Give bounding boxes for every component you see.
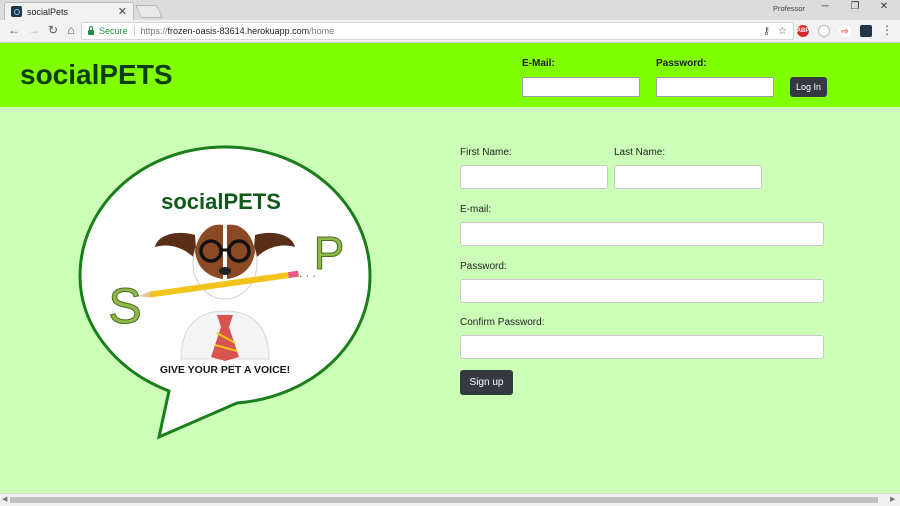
minimize-icon[interactable]: ─	[815, 1, 835, 12]
url-host: frozen-oasis-83614.herokuapp.com	[167, 26, 310, 36]
first-name-input[interactable]	[460, 165, 608, 189]
tab-title: socialPets	[27, 6, 69, 17]
browser-tab-strip: socialPets ✕ Professor ─ ❐ ✕	[0, 0, 900, 20]
first-name-label: First Name:	[460, 147, 512, 158]
arrow-right-icon[interactable]: →	[26, 23, 42, 37]
confirm-password-input[interactable]	[460, 335, 824, 359]
browser-tab[interactable]: socialPets ✕	[4, 2, 134, 20]
scroll-right-icon[interactable]: ▶	[890, 495, 895, 503]
url-path: /home	[309, 26, 335, 36]
login-email-label: E-Mail:	[522, 58, 555, 69]
login-button[interactable]: Log In	[790, 77, 827, 97]
url-scheme: https://	[140, 26, 168, 36]
login-password-label: Password:	[656, 58, 707, 69]
site-header: socialPETS E-Mail: Password: Log In	[0, 43, 900, 107]
react-favicon-icon	[11, 6, 22, 17]
window-close-icon[interactable]: ✕	[874, 1, 894, 12]
restore-icon[interactable]: ❐	[845, 1, 865, 12]
home-icon[interactable]: ⌂	[63, 23, 79, 37]
signup-button[interactable]: Sign up	[460, 370, 513, 395]
last-name-label: Last Name:	[614, 147, 666, 158]
signup-email-input[interactable]	[460, 222, 824, 246]
star-icon[interactable]: ☆	[778, 26, 787, 37]
lock-icon	[88, 25, 94, 35]
secure-label: Secure	[99, 26, 128, 36]
react-devtools-icon[interactable]	[860, 25, 872, 37]
signup-email-label: E-mail:	[460, 204, 492, 215]
confirm-password-label: Confirm Password:	[460, 317, 545, 328]
reload-icon[interactable]: ↻	[45, 23, 61, 37]
signup-password-label: Password:	[460, 261, 507, 272]
menu-icon[interactable]: ⋮	[879, 23, 895, 37]
last-name-input[interactable]	[614, 165, 762, 189]
logo-letter-s: S	[108, 278, 141, 334]
login-password-input[interactable]	[656, 77, 774, 97]
divider	[133, 25, 135, 37]
arrow-left-icon[interactable]: ←	[6, 23, 22, 37]
logo-letter-p: P	[314, 227, 345, 279]
socialpets-logo: socialPETS S P . . . GIVE YOUR PET A VOI…	[78, 145, 372, 440]
readium-icon[interactable]: ⇨	[839, 25, 851, 37]
profile-name[interactable]: Professor	[773, 4, 805, 13]
key-icon[interactable]: ⚷	[763, 26, 770, 37]
browser-toolbar: ← → ↻ ⌂ Secure https:// frozen-oasis-836…	[0, 20, 900, 43]
logo-dots: . . .	[299, 266, 316, 280]
adblock-icon[interactable]: ABP	[797, 25, 809, 37]
new-tab-button[interactable]	[134, 5, 164, 18]
logo-title: socialPETS	[161, 189, 281, 214]
scrollbar-thumb[interactable]	[10, 497, 878, 503]
scroll-left-icon[interactable]: ◀	[2, 495, 7, 503]
close-tab-icon[interactable]: ✕	[118, 5, 127, 18]
signup-password-input[interactable]	[460, 279, 824, 303]
logo-tagline: GIVE YOUR PET A VOICE!	[160, 364, 290, 376]
login-email-input[interactable]	[522, 77, 640, 97]
ghostery-icon[interactable]	[818, 25, 830, 37]
brand-title[interactable]: socialPETS	[20, 59, 173, 91]
address-bar[interactable]: Secure https:// frozen-oasis-83614.herok…	[81, 22, 794, 40]
horizontal-scrollbar[interactable]: ◀ ▶	[0, 493, 900, 506]
